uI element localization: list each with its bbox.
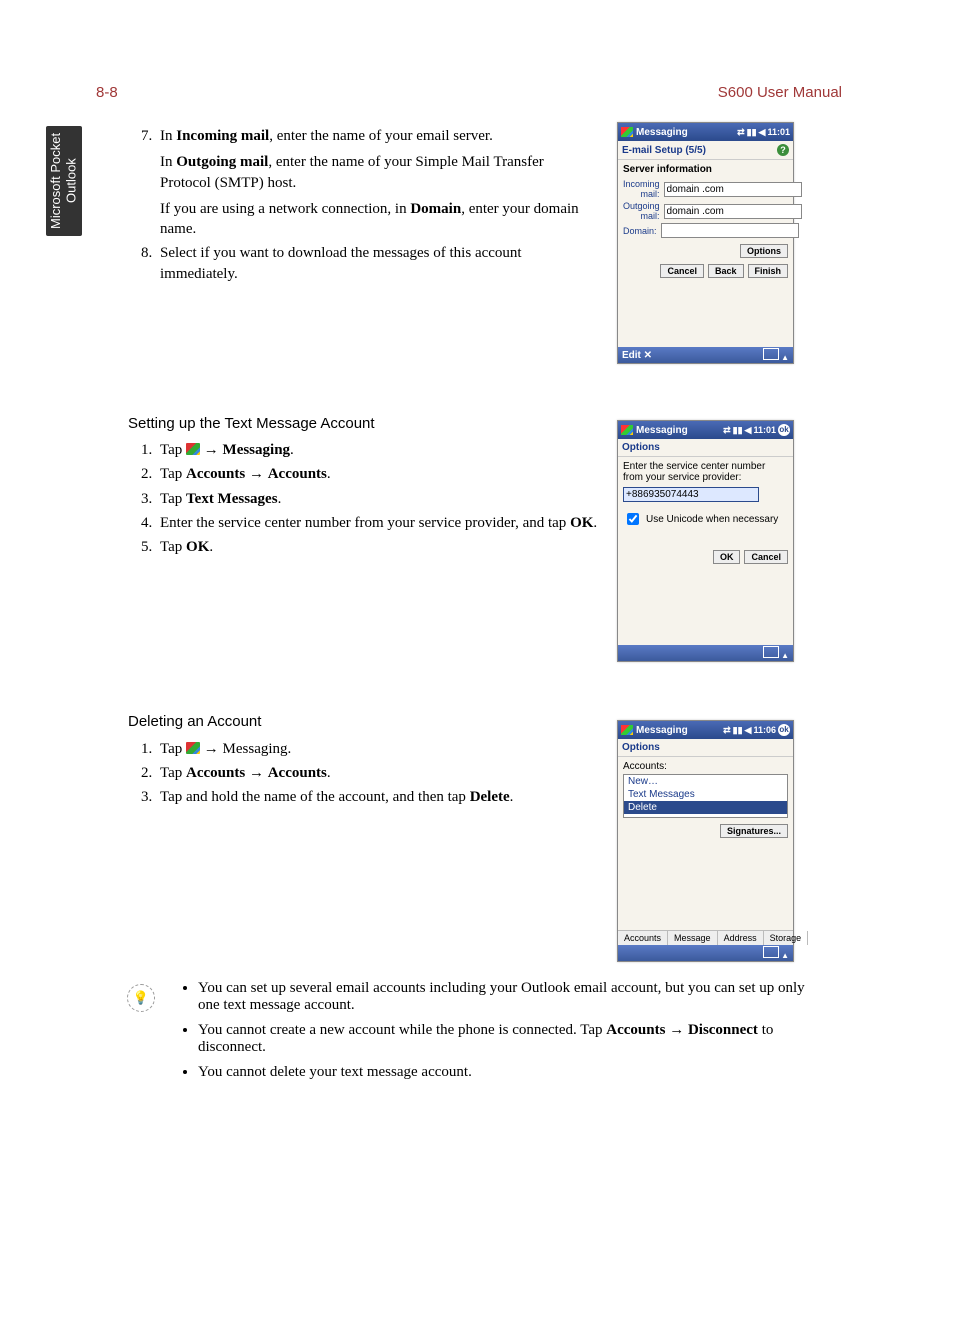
incoming-input[interactable]	[664, 182, 802, 197]
subtitle-text: E-mail Setup (5/5)	[622, 145, 706, 156]
speaker-icon: ◀	[745, 725, 752, 736]
start-icon	[186, 443, 200, 455]
tab-address[interactable]: Address	[718, 931, 764, 945]
start-icon	[186, 742, 200, 754]
outgoing-input[interactable]	[664, 204, 802, 219]
domain-input[interactable]	[661, 223, 799, 238]
titlebar: Messaging ⇄▮▮◀11:01	[618, 123, 793, 141]
sync-icon: ⇄	[737, 127, 745, 138]
windows-icon	[621, 127, 633, 137]
bottom-bar: ▲	[618, 945, 793, 961]
tab-message[interactable]: Message	[668, 931, 718, 945]
accounts-list[interactable]: New… Text Messages Delete	[623, 774, 788, 818]
ts-step-2: Tap Accounts → Accounts.	[156, 464, 598, 484]
clock: 11:06	[753, 725, 776, 735]
subtitle-row: Options	[618, 439, 793, 457]
unicode-checkbox[interactable]	[627, 513, 639, 525]
edit-menu[interactable]: Edit ✕	[622, 350, 652, 361]
sync-icon: ⇄	[723, 725, 731, 736]
del-step-1: Tap → Messaging.	[156, 739, 598, 759]
windows-icon	[621, 725, 633, 735]
ts-step-4: Enter the service center number from you…	[156, 513, 598, 533]
server-info-heading: Server information	[623, 164, 788, 175]
finish-button[interactable]: Finish	[748, 264, 789, 278]
note-1: You can set up several email accounts in…	[198, 980, 828, 1014]
ok-button[interactable]: OK	[713, 550, 741, 564]
arrow-up-icon[interactable]: ▲	[781, 353, 789, 362]
arrow-up-icon[interactable]: ▲	[781, 651, 789, 660]
ts-step-3: Tap Text Messages.	[156, 489, 598, 509]
steps-continued: In Incoming mail, enter the name of your…	[128, 126, 598, 284]
speaker-icon: ◀	[745, 425, 752, 436]
heading-text-message-setup: Setting up the Text Message Account	[128, 414, 598, 434]
screenshot-email-setup: Messaging ⇄▮▮◀11:01 E-mail Setup (5/5) ?…	[617, 122, 794, 364]
note-3: You cannot delete your text message acco…	[198, 1064, 828, 1081]
context-menu-delete[interactable]: Delete	[624, 801, 787, 814]
titlebar: Messaging ⇄▮▮◀11:01ok	[618, 421, 793, 439]
delete-steps: Tap → Messaging. Tap Accounts → Accounts…	[128, 739, 598, 808]
windows-icon	[621, 425, 633, 435]
subtitle-row: E-mail Setup (5/5) ?	[618, 141, 793, 160]
accounts-label: Accounts:	[623, 761, 788, 772]
ok-button[interactable]: ok	[778, 424, 790, 436]
subtitle-text: Options	[622, 742, 660, 753]
cancel-button[interactable]: Cancel	[744, 550, 788, 564]
signal-icon: ▮▮	[733, 425, 743, 436]
keyboard-icon[interactable]	[763, 946, 779, 958]
cancel-button[interactable]: Cancel	[660, 264, 704, 278]
del-step-2: Tap Accounts → Accounts.	[156, 763, 598, 783]
clock: 11:01	[753, 425, 776, 435]
page-number: 8-8	[96, 84, 118, 101]
tab-accounts[interactable]: Accounts	[618, 931, 668, 945]
back-button[interactable]: Back	[708, 264, 744, 278]
ts-step-5: Tap OK.	[156, 537, 598, 557]
outgoing-label: Outgoing mail:	[623, 201, 660, 221]
chapter-tab-label: Microsoft Pocket Outlook	[48, 126, 79, 236]
tab-storage[interactable]: Storage	[764, 931, 809, 945]
sync-icon: ⇄	[723, 425, 731, 436]
subtitle-text: Options	[622, 442, 660, 453]
app-title: Messaging	[636, 127, 688, 138]
speaker-icon: ◀	[759, 127, 766, 138]
app-title: Messaging	[636, 425, 688, 436]
subtitle-row: Options	[618, 739, 793, 757]
service-center-input[interactable]	[623, 487, 759, 502]
keyboard-icon[interactable]	[763, 348, 779, 360]
notes-block: 💡 You can set up several email accounts …	[128, 980, 828, 1089]
titlebar: Messaging ⇄▮▮◀11:06ok	[618, 721, 793, 739]
app-title: Messaging	[636, 725, 688, 736]
list-item-text-messages[interactable]: Text Messages	[624, 788, 787, 801]
help-icon[interactable]: ?	[777, 144, 789, 156]
signatures-button[interactable]: Signatures...	[720, 824, 788, 838]
heading-deleting-account: Deleting an Account	[128, 712, 598, 732]
ts-step-1: Tap → Messaging.	[156, 440, 598, 460]
step-8: Select if you want to download the messa…	[156, 243, 598, 284]
bottom-bar: ▲	[618, 645, 793, 661]
ok-button[interactable]: ok	[778, 724, 790, 736]
clock: 11:01	[767, 127, 790, 137]
arrow-up-icon[interactable]: ▲	[781, 951, 789, 960]
screenshot-options-sms: Messaging ⇄▮▮◀11:01ok Options Enter the …	[617, 420, 794, 662]
list-item-new[interactable]: New…	[624, 775, 787, 788]
instruction-text: Enter the service center number from you…	[623, 461, 788, 483]
tip-icon: 💡	[127, 984, 155, 1012]
bottom-bar: Edit ✕ ▲	[618, 347, 793, 363]
chapter-tab: Microsoft Pocket Outlook	[46, 126, 82, 236]
screenshot-accounts-delete: Messaging ⇄▮▮◀11:06ok Options Accounts: …	[617, 720, 794, 962]
signal-icon: ▮▮	[747, 127, 757, 138]
manual-title: S600 User Manual	[718, 84, 842, 101]
domain-label: Domain:	[623, 226, 657, 236]
options-button[interactable]: Options	[740, 244, 788, 258]
note-2: You cannot create a new account while th…	[198, 1022, 828, 1056]
incoming-label: Incoming mail:	[623, 179, 660, 199]
signal-icon: ▮▮	[733, 725, 743, 736]
keyboard-icon[interactable]	[763, 646, 779, 658]
unicode-label: Use Unicode when necessary	[646, 514, 778, 525]
text-setup-steps: Tap → Messaging. Tap Accounts → Accounts…	[128, 440, 598, 557]
step-7: In Incoming mail, enter the name of your…	[156, 126, 598, 239]
del-step-3: Tap and hold the name of the account, an…	[156, 787, 598, 807]
